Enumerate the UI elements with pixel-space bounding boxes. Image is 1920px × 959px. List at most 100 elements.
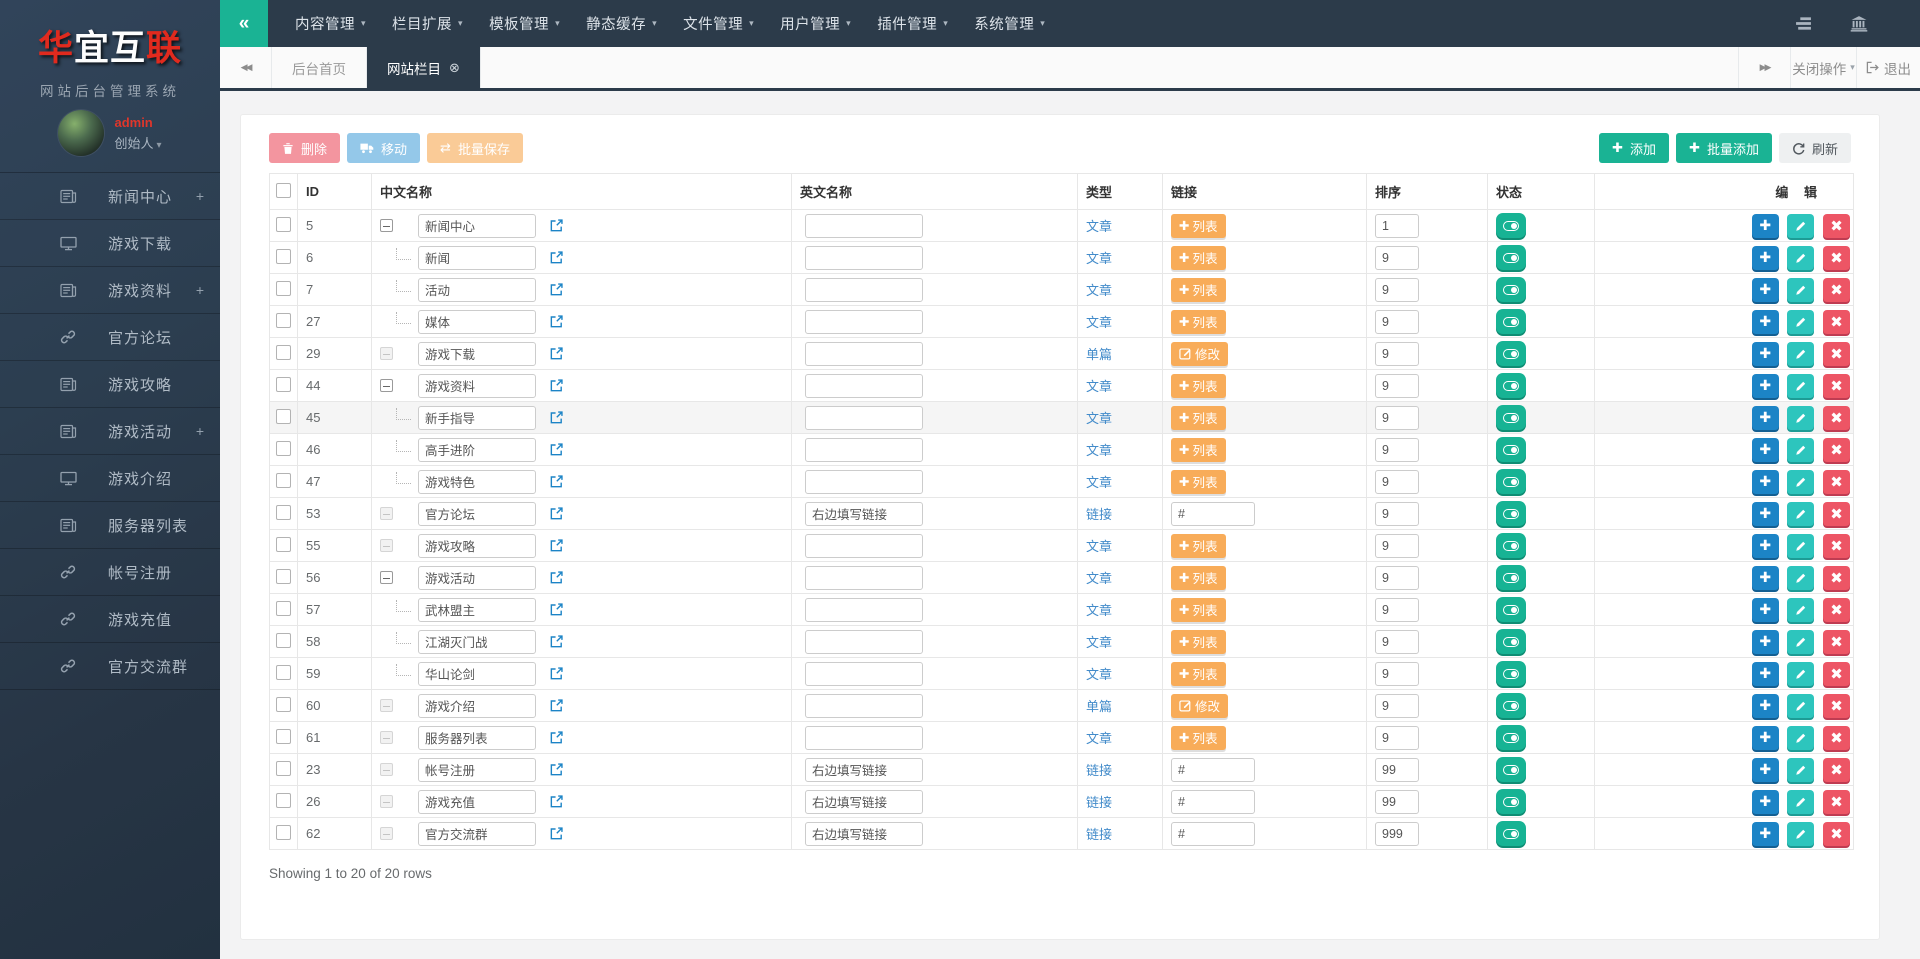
list-button[interactable]: ✚ 列表 [1171, 629, 1226, 654]
sidebar-item-game-download[interactable]: 游戏下载 [0, 220, 220, 267]
ename-input[interactable] [805, 501, 923, 526]
close-operations-dropdown[interactable]: 关闭操作 ▾ [1790, 47, 1856, 88]
ename-input[interactable] [805, 725, 923, 750]
modify-button[interactable]: 修改 [1171, 341, 1229, 366]
external-link-icon[interactable] [549, 698, 564, 713]
add-child-button[interactable]: ✚ [1751, 629, 1779, 654]
row-checkbox[interactable] [276, 344, 291, 360]
delete-row-button[interactable]: ✖ [1823, 725, 1850, 750]
delete-row-button[interactable]: ✖ [1823, 309, 1850, 334]
sort-input[interactable] [1375, 789, 1419, 814]
ename-input[interactable] [805, 309, 923, 334]
sort-input[interactable] [1375, 629, 1419, 654]
link-url-input[interactable] [1171, 501, 1255, 526]
cname-input[interactable] [418, 821, 536, 846]
status-toggle[interactable] [1496, 757, 1526, 782]
type-link[interactable]: 文章 [1086, 443, 1112, 458]
modify-button[interactable]: 修改 [1171, 693, 1229, 718]
avatar[interactable] [58, 110, 105, 156]
type-link[interactable]: 文章 [1086, 603, 1112, 618]
ename-input[interactable] [805, 693, 923, 718]
sort-input[interactable] [1375, 245, 1419, 270]
delete-row-button[interactable]: ✖ [1823, 213, 1850, 238]
edit-row-button[interactable] [1787, 693, 1815, 718]
type-link[interactable]: 文章 [1086, 667, 1112, 682]
sidebar-item-news-center[interactable]: 新闻中心 + [0, 173, 220, 220]
ename-input[interactable] [805, 405, 923, 430]
status-toggle[interactable] [1496, 245, 1526, 270]
type-link[interactable]: 文章 [1086, 539, 1112, 554]
ename-input[interactable] [805, 213, 923, 238]
tabs-scroll-back-button[interactable]: ◀◀ [220, 47, 272, 88]
ename-input[interactable] [805, 533, 923, 558]
list-button[interactable]: ✚ 列表 [1171, 373, 1226, 398]
edit-row-button[interactable] [1787, 533, 1815, 558]
sidebar-item-game-guide[interactable]: 游戏攻略 [0, 361, 220, 408]
tree-expander-icon[interactable] [380, 571, 393, 584]
external-link-icon[interactable] [549, 506, 564, 521]
add-child-button[interactable]: ✚ [1751, 405, 1779, 430]
row-checkbox[interactable] [276, 376, 291, 392]
tab-site-columns[interactable]: 网站栏目 ⊗ [367, 47, 481, 88]
row-checkbox[interactable] [276, 248, 291, 264]
ename-input[interactable] [805, 469, 923, 494]
cname-input[interactable] [418, 597, 536, 622]
edit-row-button[interactable] [1787, 469, 1815, 494]
nav-item-static-cache[interactable]: 静态缓存 ▾ [573, 0, 670, 47]
type-link[interactable]: 文章 [1086, 283, 1112, 298]
cname-input[interactable] [418, 757, 536, 782]
tree-expander-icon[interactable] [380, 219, 393, 232]
nav-item-file-mgmt[interactable]: 文件管理 ▾ [670, 0, 767, 47]
ename-input[interactable] [805, 789, 923, 814]
edit-row-button[interactable] [1787, 597, 1815, 622]
list-button[interactable]: ✚ 列表 [1171, 597, 1226, 622]
cname-input[interactable] [418, 661, 536, 686]
add-child-button[interactable]: ✚ [1751, 693, 1779, 718]
edit-row-button[interactable] [1787, 341, 1815, 366]
sort-input[interactable] [1375, 565, 1419, 590]
nav-item-column-extend[interactable]: 栏目扩展 ▾ [379, 0, 476, 47]
nav-item-content-mgmt[interactable]: 内容管理 ▾ [282, 0, 379, 47]
cname-input[interactable] [418, 341, 536, 366]
type-link[interactable]: 文章 [1086, 315, 1112, 330]
list-button[interactable]: ✚ 列表 [1171, 725, 1226, 750]
add-child-button[interactable]: ✚ [1751, 213, 1779, 238]
cname-input[interactable] [418, 501, 536, 526]
cname-input[interactable] [418, 789, 536, 814]
row-checkbox[interactable] [276, 216, 291, 232]
add-child-button[interactable]: ✚ [1751, 469, 1779, 494]
row-checkbox[interactable] [276, 280, 291, 296]
row-checkbox[interactable] [276, 440, 291, 456]
sort-input[interactable] [1375, 309, 1419, 334]
list-button[interactable]: ✚ 列表 [1171, 437, 1226, 462]
nav-item-system-mgmt[interactable]: 系统管理 ▾ [961, 0, 1058, 47]
status-toggle[interactable] [1496, 405, 1526, 430]
row-checkbox[interactable] [276, 792, 291, 808]
status-toggle[interactable] [1496, 565, 1526, 590]
add-child-button[interactable]: ✚ [1751, 341, 1779, 366]
sidebar-item-game-recharge[interactable]: 游戏充值 [0, 596, 220, 643]
external-link-icon[interactable] [549, 794, 564, 809]
sort-input[interactable] [1375, 757, 1419, 782]
sort-input[interactable] [1375, 501, 1419, 526]
list-button[interactable]: ✚ 列表 [1171, 309, 1226, 334]
edit-row-button[interactable] [1787, 629, 1815, 654]
external-link-icon[interactable] [549, 666, 564, 681]
sidebar-item-game-data[interactable]: 游戏资料 + [0, 267, 220, 314]
type-link[interactable]: 文章 [1086, 379, 1112, 394]
ename-input[interactable] [805, 277, 923, 302]
row-checkbox[interactable] [276, 408, 291, 424]
add-child-button[interactable]: ✚ [1751, 757, 1779, 782]
external-link-icon[interactable] [549, 602, 564, 617]
list-button[interactable]: ✚ 列表 [1171, 277, 1226, 302]
edit-row-button[interactable] [1787, 661, 1815, 686]
add-child-button[interactable]: ✚ [1751, 309, 1779, 334]
type-link[interactable]: 单篇 [1086, 347, 1112, 362]
edit-row-button[interactable] [1787, 437, 1815, 462]
external-link-icon[interactable] [549, 474, 564, 489]
edit-row-button[interactable] [1787, 277, 1815, 302]
status-toggle[interactable] [1496, 597, 1526, 622]
nav-item-plugin-mgmt[interactable]: 插件管理 ▾ [864, 0, 961, 47]
status-toggle[interactable] [1496, 341, 1526, 366]
external-link-icon[interactable] [549, 538, 564, 553]
